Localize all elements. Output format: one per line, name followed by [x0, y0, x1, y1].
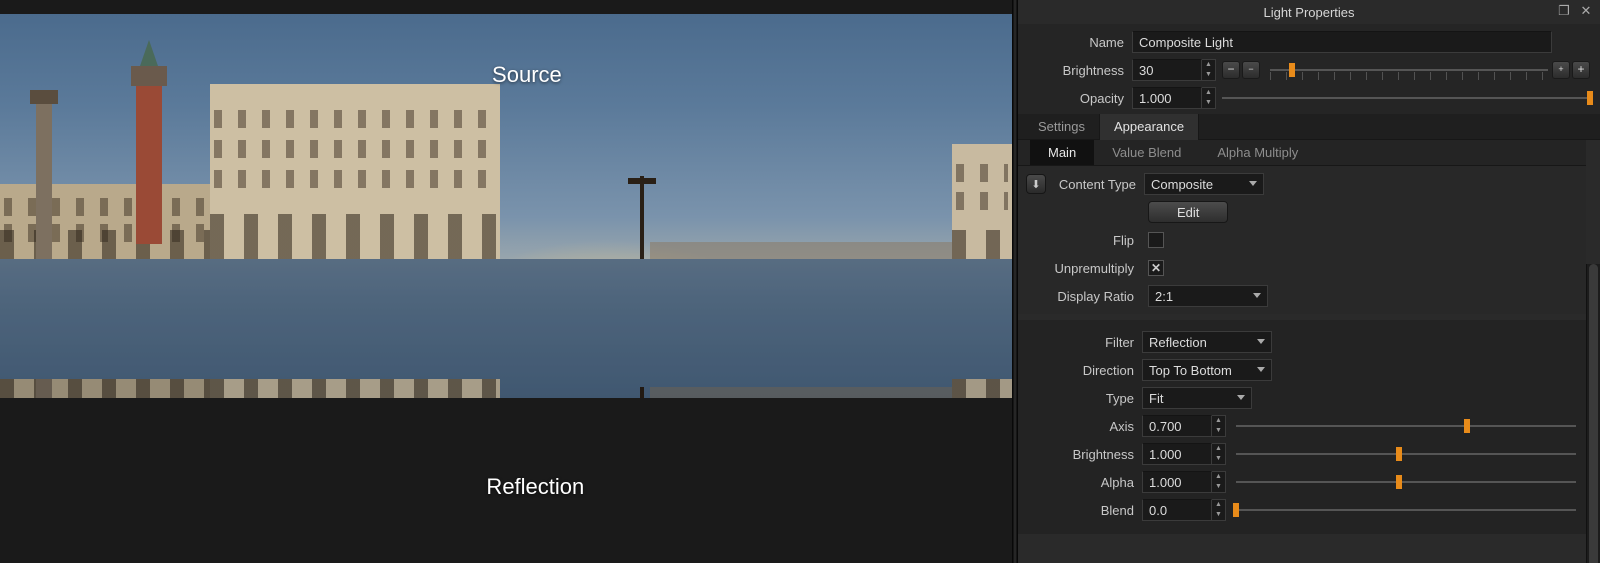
unpremultiply-label: Unpremultiply [1024, 261, 1142, 276]
display-ratio-label: Display Ratio [1024, 289, 1142, 304]
preview-viewport: Source Reflection [0, 0, 1012, 563]
sub-tabs: Main Value Blend Alpha Multiply [1018, 140, 1586, 166]
blend-label: Blend [1024, 503, 1142, 518]
chevron-down-icon [1237, 395, 1245, 400]
alpha-input[interactable] [1142, 471, 1212, 493]
filter-brightness-input[interactable] [1142, 443, 1212, 465]
type-value: Fit [1149, 391, 1163, 406]
name-input[interactable] [1132, 31, 1552, 53]
type-label: Type [1024, 391, 1142, 406]
brightness-label: Brightness [1024, 63, 1132, 78]
brightness-small-increment-button[interactable]: + [1552, 61, 1570, 79]
unpremultiply-checkbox[interactable] [1148, 260, 1164, 276]
flip-checkbox[interactable] [1148, 232, 1164, 248]
direction-select[interactable]: Top To Bottom [1142, 359, 1272, 381]
chevron-down-icon [1257, 367, 1265, 372]
subtab-value-blend[interactable]: Value Blend [1094, 140, 1199, 165]
axis-input[interactable] [1142, 415, 1212, 437]
filter-brightness-label: Brightness [1024, 447, 1142, 462]
filter-value: Reflection [1149, 335, 1207, 350]
filter-select[interactable]: Reflection [1142, 331, 1272, 353]
name-label: Name [1024, 35, 1132, 50]
alpha-label: Alpha [1024, 475, 1142, 490]
panel-title-bar: Light Properties ❐ ✕ [1018, 0, 1600, 24]
axis-label: Axis [1024, 419, 1142, 434]
panel-close-icon[interactable]: ✕ [1578, 3, 1594, 19]
direction-value: Top To Bottom [1149, 363, 1232, 378]
panel-scrollbar[interactable] [1586, 264, 1600, 563]
brightness-small-decrement-button[interactable]: − [1242, 61, 1260, 79]
chevron-down-icon [1249, 181, 1257, 186]
subtab-main[interactable]: Main [1030, 140, 1094, 165]
chevron-down-icon [1257, 339, 1265, 344]
display-ratio-value: 2:1 [1155, 289, 1173, 304]
content-type-label: Content Type [1052, 177, 1144, 192]
light-properties-panel: Light Properties ❐ ✕ Name Brightness ▲▼ … [1018, 0, 1600, 563]
source-label: Source [492, 62, 562, 88]
brightness-spinner[interactable]: ▲▼ [1202, 59, 1216, 81]
filter-brightness-spinner[interactable]: ▲▼ [1212, 443, 1226, 465]
reflection-label: Reflection [486, 474, 584, 500]
panel-title: Light Properties [1263, 5, 1354, 20]
chevron-down-icon [1253, 293, 1261, 298]
type-select[interactable]: Fit [1142, 387, 1252, 409]
blend-input[interactable] [1142, 499, 1212, 521]
panel-popout-icon[interactable]: ❐ [1556, 3, 1572, 19]
blend-spinner[interactable]: ▲▼ [1212, 499, 1226, 521]
tab-appearance[interactable]: Appearance [1100, 114, 1199, 140]
brightness-big-decrement-button[interactable]: − [1222, 61, 1240, 79]
display-ratio-select[interactable]: 2:1 [1148, 285, 1268, 307]
brightness-input[interactable] [1132, 59, 1202, 81]
opacity-spinner[interactable]: ▲▼ [1202, 87, 1216, 109]
preview-image: Source Reflection [0, 14, 1012, 537]
axis-spinner[interactable]: ▲▼ [1212, 415, 1226, 437]
edit-button[interactable]: Edit [1148, 201, 1228, 223]
brightness-big-increment-button[interactable]: + [1572, 61, 1590, 79]
content-type-select[interactable]: Composite [1144, 173, 1264, 195]
alpha-spinner[interactable]: ▲▼ [1212, 471, 1226, 493]
primary-tabs: Settings Appearance [1018, 114, 1600, 140]
tab-settings[interactable]: Settings [1024, 114, 1100, 140]
opacity-label: Opacity [1024, 91, 1132, 106]
opacity-input[interactable] [1132, 87, 1202, 109]
filter-label: Filter [1024, 335, 1142, 350]
subtab-alpha-multiply[interactable]: Alpha Multiply [1199, 140, 1316, 165]
flip-label: Flip [1024, 233, 1142, 248]
reflection-scene [0, 259, 1012, 398]
direction-label: Direction [1024, 363, 1142, 378]
content-type-value: Composite [1151, 177, 1213, 192]
download-icon[interactable]: ⬇ [1026, 174, 1046, 194]
